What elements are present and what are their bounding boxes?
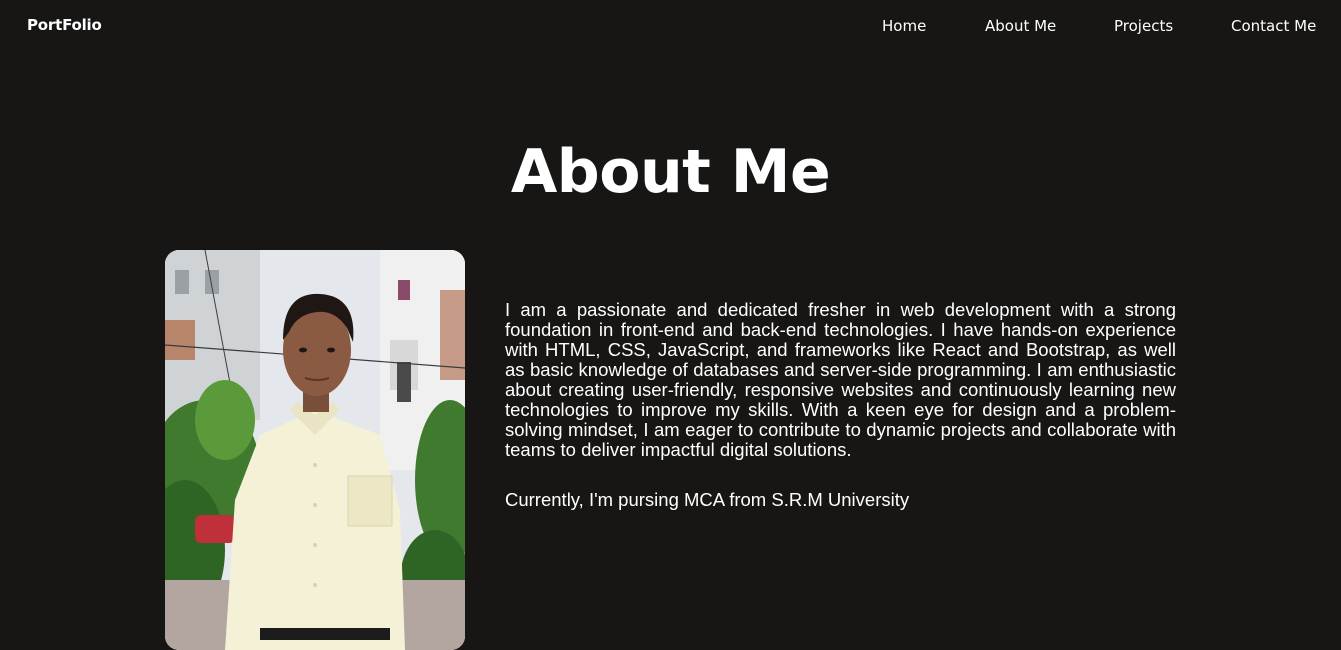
navbar: PortFolio Home About Me Projects Contact…	[0, 0, 1341, 56]
nav-link-home[interactable]: Home	[882, 17, 926, 35]
page-title: About Me	[510, 137, 831, 207]
nav-link-contact-me[interactable]: Contact Me	[1231, 17, 1316, 35]
nav-link-projects[interactable]: Projects	[1114, 17, 1173, 35]
nav-link-about-me[interactable]: About Me	[985, 17, 1056, 35]
about-text: I am a passionate and dedicated fresher …	[505, 300, 1176, 510]
profile-photo	[165, 250, 465, 650]
about-paragraph: I am a passionate and dedicated fresher …	[505, 299, 1176, 460]
education-text: Currently, I'm pursing MCA from S.R.M Un…	[505, 489, 910, 510]
nav-links: Home About Me Projects Contact Me	[0, 17, 1341, 39]
